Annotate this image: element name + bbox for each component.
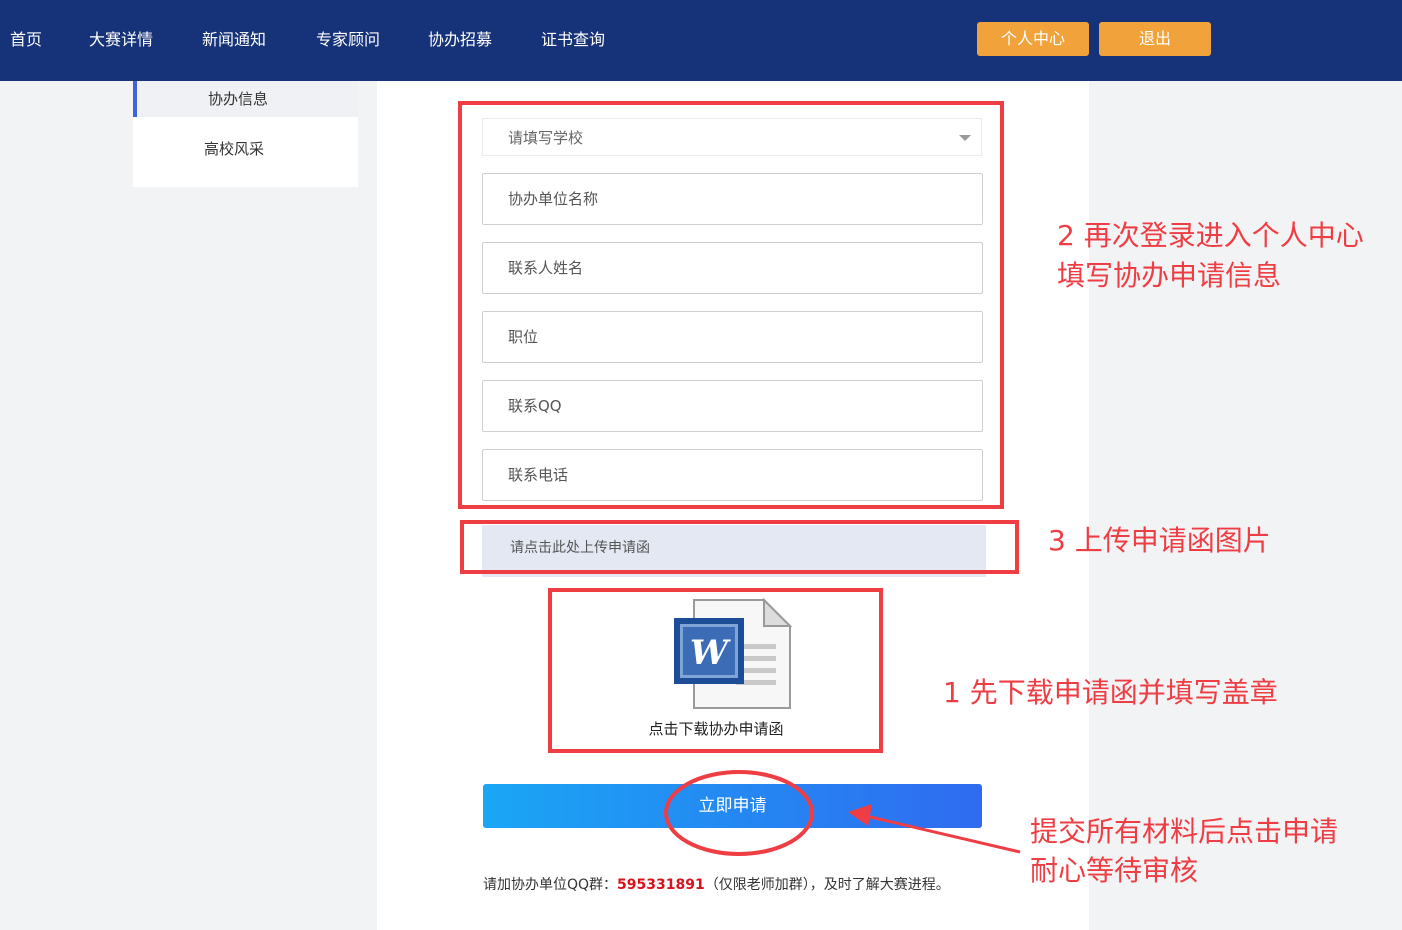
annotation-step4-line1: 提交所有材料后点击申请 <box>1030 815 1339 848</box>
annotation-step1: 1 先下载申请函并填写盖章 <box>943 676 1278 709</box>
annotation-step3: 3 上传申请函图片 <box>1048 524 1271 557</box>
annotation-ellipse-arrow <box>664 770 1021 856</box>
annotation-step4-line2: 耐心等待审核 <box>1030 854 1199 887</box>
annotation-step2-line1: 2 再次登录进入个人中心 <box>1057 219 1364 252</box>
annotation-step2-line2: 填写协办申请信息 <box>1057 259 1282 292</box>
